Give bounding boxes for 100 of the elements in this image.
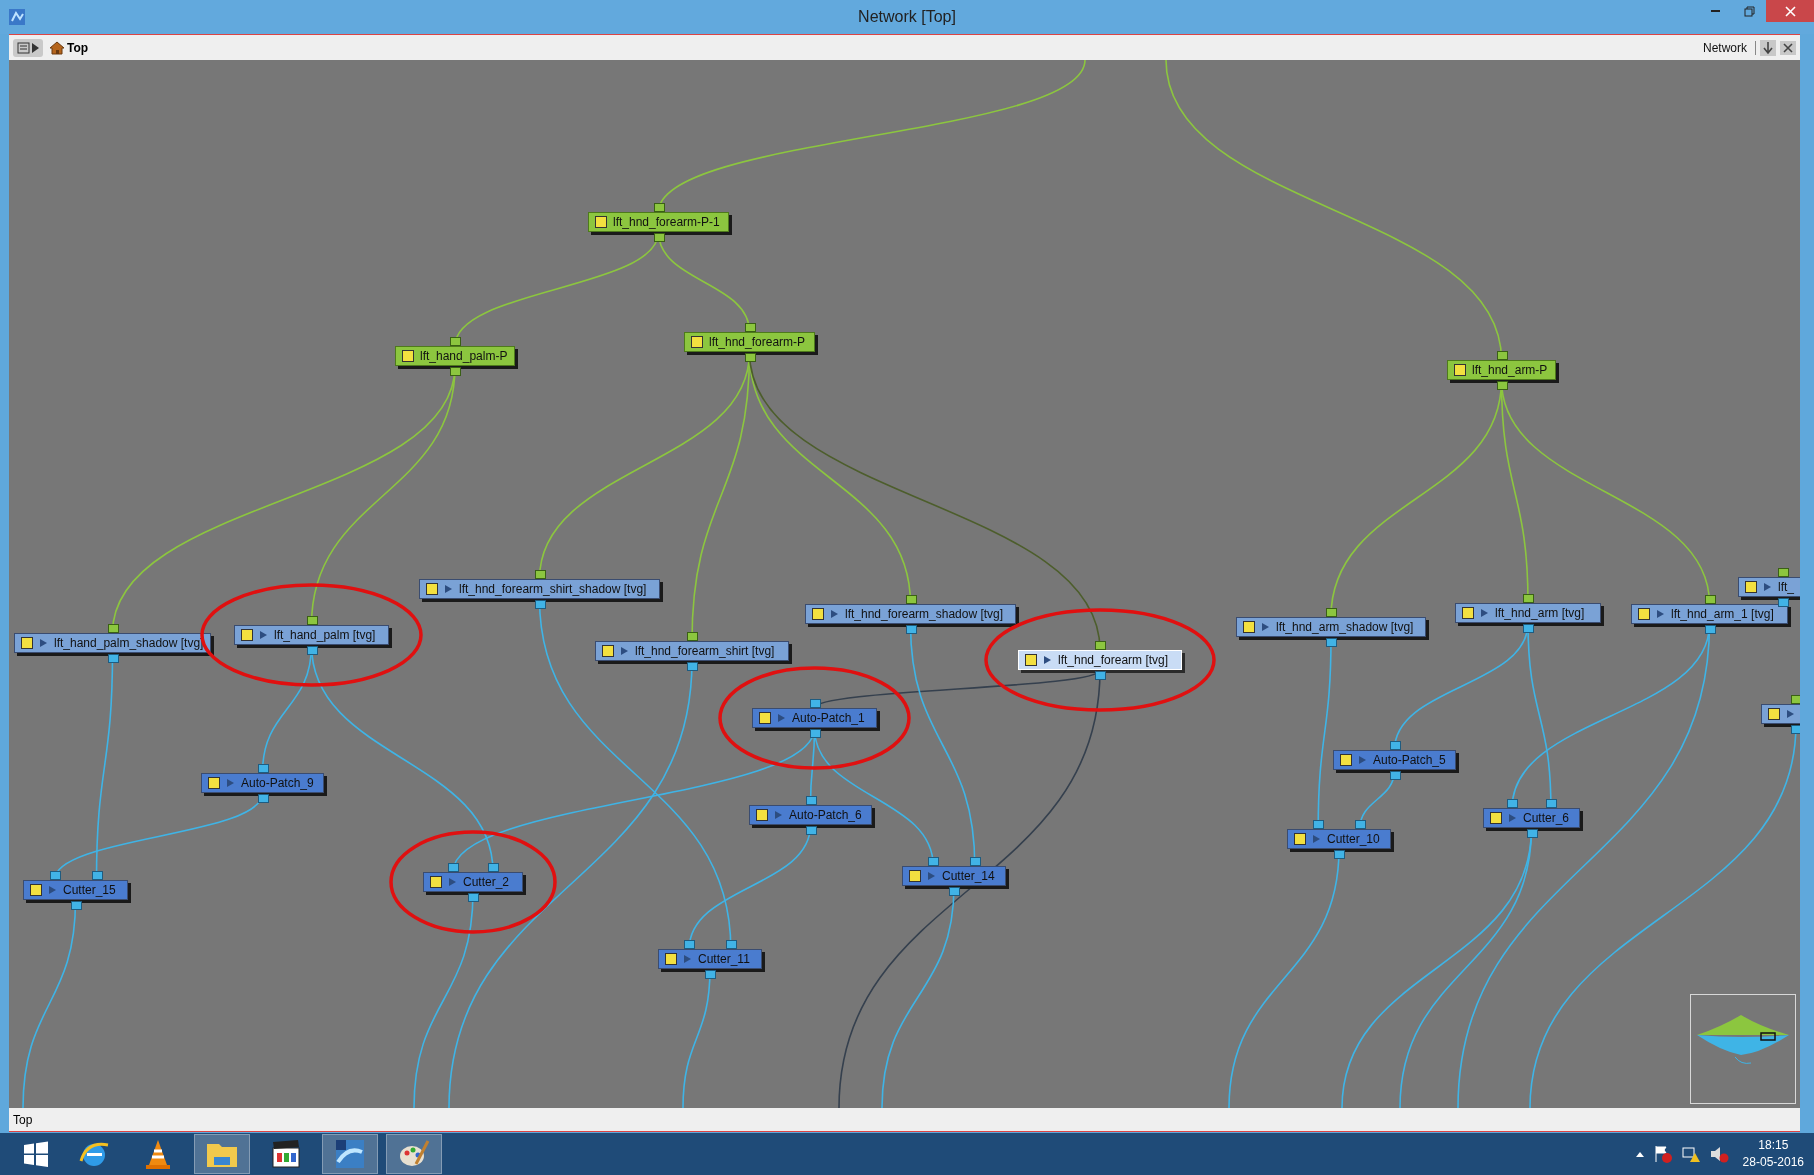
input-port[interactable] [905,595,917,604]
output-port[interactable] [1526,829,1538,838]
network-node[interactable]: lft_hnd_arm-P [1447,360,1556,380]
network-node[interactable]: lft_hnd_forearm_shirt_shadow [tvg] [419,579,660,599]
enable-toggle-icon[interactable] [208,777,220,789]
input-port[interactable] [744,323,756,332]
input-port[interactable] [534,570,546,579]
input-port[interactable] [1704,595,1716,604]
network-node[interactable]: lft_hand_palm [tvg] [234,625,389,645]
input-port[interactable] [1095,641,1106,650]
input-port[interactable] [1791,695,1800,704]
network-node[interactable]: Auto-Patch_1 [752,708,877,728]
flag-error-icon[interactable] [1652,1144,1673,1164]
view-toggle-button[interactable] [13,38,43,57]
output-port[interactable] [257,794,269,803]
output-port[interactable] [1389,771,1401,780]
output-port[interactable] [705,970,716,979]
network-node[interactable]: lft_hnd_arm [tvg] [1455,603,1601,623]
output-port[interactable] [1704,625,1716,634]
network-node[interactable]: lft_hnd_forearm-P [684,332,815,352]
output-port[interactable] [1778,598,1789,607]
input-port[interactable] [928,857,940,866]
clock-date[interactable]: 28-05-2016 [1742,1154,1804,1171]
network-node[interactable]: lft_hnd_forearm-P-1 [588,212,729,232]
input-port[interactable] [1389,741,1401,750]
enable-toggle-icon[interactable] [691,336,703,348]
network-node[interactable]: Cutter_2 [423,872,523,892]
network-node[interactable]: Cutter_11 [658,949,762,969]
enable-toggle-icon[interactable] [402,350,414,362]
pin-button[interactable] [1760,39,1776,56]
enable-toggle-icon[interactable] [430,876,442,888]
output-port[interactable] [107,654,119,663]
output-port[interactable] [1496,381,1508,390]
input-port[interactable] [1496,351,1508,360]
input-port[interactable] [1313,820,1325,829]
output-port[interactable] [809,729,821,738]
output-port[interactable] [744,353,756,362]
input-port[interactable] [107,624,119,633]
enable-toggle-icon[interactable] [756,809,768,821]
network-node[interactable]: Auto-Patch_5 [1333,750,1456,770]
input-port[interactable] [805,796,817,805]
output-port[interactable] [70,901,82,910]
output-port[interactable] [905,625,917,634]
enable-toggle-icon[interactable] [595,216,607,228]
enable-toggle-icon[interactable] [602,645,614,657]
input-port[interactable] [725,940,737,949]
enable-toggle-icon[interactable] [30,884,42,896]
network-node[interactable]: lft_hnd_arm_shadow [tvg] [1236,617,1426,637]
output-port[interactable] [653,233,665,242]
enable-toggle-icon[interactable] [241,629,253,641]
output-port[interactable] [1334,850,1345,859]
network-node[interactable]: Auto-Patch_9 [201,773,324,793]
network-node[interactable]: lft_hnd_forearm_shadow [tvg] [805,604,1016,624]
close-view-button[interactable] [1780,40,1796,55]
network-warning-icon[interactable] [1680,1144,1701,1164]
input-port[interactable] [1354,820,1366,829]
network-node[interactable]: lft_hnd_forearm_shirt [tvg] [595,641,789,661]
input-port[interactable] [488,863,499,872]
network-app-taskbar-icon[interactable] [322,1134,378,1174]
network-node[interactable]: Auto-Patch_6 [749,805,872,825]
output-port[interactable] [1791,725,1800,734]
palette-taskbar-icon[interactable] [386,1134,442,1174]
network-node[interactable]: lft_hand_palm_shadow [tvg] [14,633,211,653]
output-port[interactable] [450,367,461,376]
enable-toggle-icon[interactable] [21,637,33,649]
input-port[interactable] [450,337,461,346]
top-breadcrumb[interactable]: Top [47,40,91,55]
output-port[interactable] [1523,624,1534,633]
input-port[interactable] [306,616,318,625]
enable-toggle-icon[interactable] [1745,581,1757,593]
enable-toggle-icon[interactable] [812,608,824,620]
input-port[interactable] [1545,799,1557,808]
enable-toggle-icon[interactable] [1454,364,1466,376]
input-port[interactable] [448,863,459,872]
input-port[interactable] [809,699,821,708]
minimap-drawing[interactable] [1690,994,1796,1104]
network-node[interactable]: Cutter_14 [902,866,1006,886]
enable-toggle-icon[interactable] [1340,754,1352,766]
input-port[interactable] [1507,799,1519,808]
output-port[interactable] [306,646,318,655]
output-port[interactable] [805,826,817,835]
output-port[interactable] [687,662,698,671]
enable-toggle-icon[interactable] [1025,654,1037,666]
clock-time[interactable]: 18:15 [1758,1137,1789,1154]
output-port[interactable] [534,600,546,609]
input-port[interactable] [653,203,665,212]
enable-toggle-icon[interactable] [426,583,438,595]
enable-toggle-icon[interactable] [1462,607,1474,619]
output-port[interactable] [468,893,479,902]
input-port[interactable] [1778,568,1789,577]
network-node[interactable]: Cutter_6 [1483,808,1580,828]
network-node[interactable]: lft_ [1738,577,1800,597]
enable-toggle-icon[interactable] [759,712,771,724]
input-port[interactable] [1523,594,1534,603]
enable-toggle-icon[interactable] [665,953,677,965]
input-port[interactable] [91,871,103,880]
network-node[interactable]: Cutter_10 [1287,829,1391,849]
input-port[interactable] [257,764,269,773]
speaker-muted-icon[interactable] [1708,1144,1729,1164]
enable-toggle-icon[interactable] [909,870,921,882]
